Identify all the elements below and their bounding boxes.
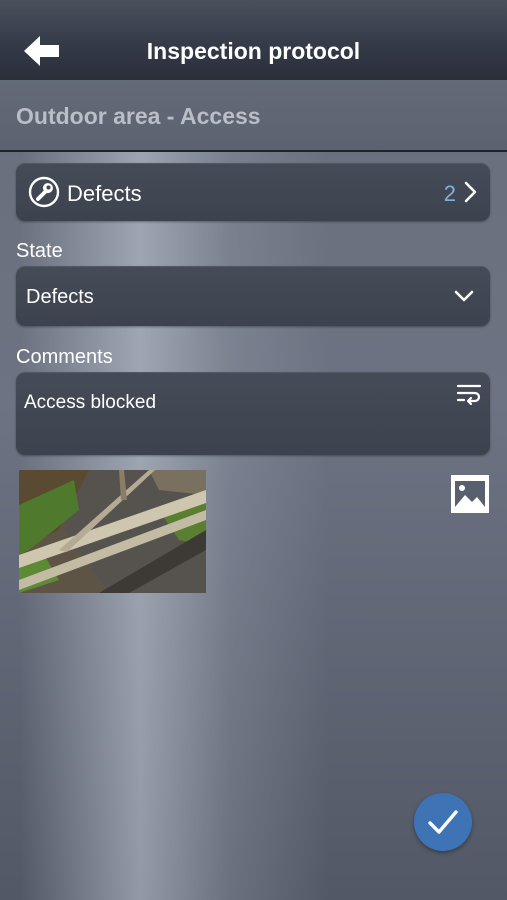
top-bar: Inspection protocol: [0, 0, 507, 80]
photo-thumbnail[interactable]: [19, 470, 206, 593]
defects-label: Defects: [67, 181, 142, 206]
section-title: Outdoor area - Access: [16, 103, 261, 129]
defects-count: 2: [443, 181, 456, 206]
confirm-button[interactable]: [414, 793, 472, 851]
comments-field[interactable]: Access blocked: [16, 372, 490, 455]
defects-row[interactable]: Defects 2: [16, 163, 490, 221]
comments-text: Access blocked: [24, 392, 157, 413]
state-label: State: [16, 240, 63, 262]
state-dropdown[interactable]: Defects: [16, 266, 490, 326]
checkmark-icon: [428, 810, 458, 834]
text-wrap-icon[interactable]: [456, 382, 482, 406]
chevron-down-icon: [454, 290, 474, 302]
wrench-icon: [28, 176, 60, 208]
chevron-right-icon: [464, 181, 477, 203]
state-value: Defects: [26, 286, 94, 308]
comments-label: Comments: [16, 346, 113, 368]
image-icon[interactable]: [450, 474, 490, 514]
page-title: Inspection protocol: [146, 38, 361, 64]
section-header: Outdoor area - Access: [0, 80, 507, 152]
